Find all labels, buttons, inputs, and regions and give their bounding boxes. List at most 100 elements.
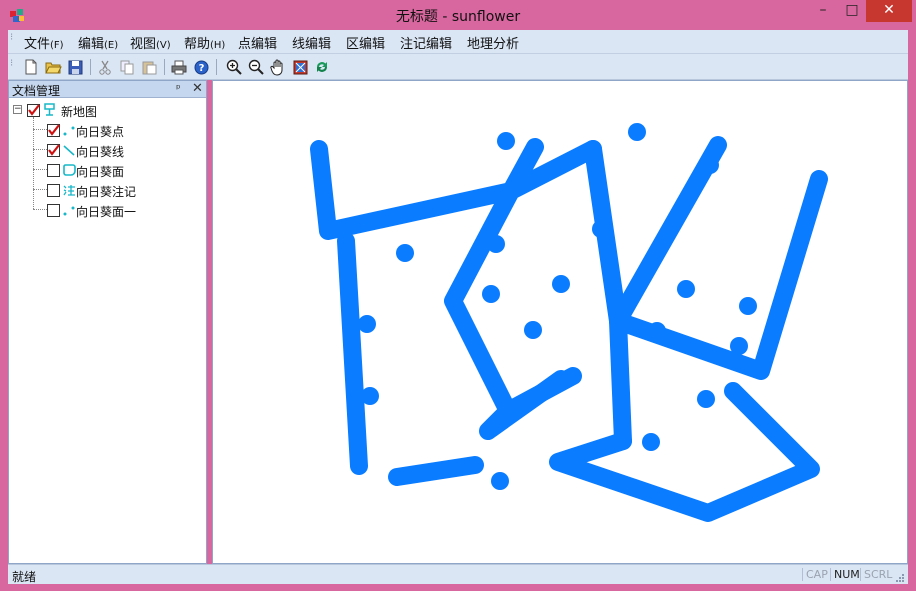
open-folder-icon[interactable] <box>44 58 62 76</box>
menu-edit-label: 编辑 <box>78 37 105 52</box>
polygon-layer-icon <box>63 164 76 176</box>
print-icon[interactable] <box>170 58 188 76</box>
map-point-feature <box>482 285 500 303</box>
status-text: 就绪 <box>12 570 37 584</box>
layer-checkbox[interactable] <box>47 144 60 157</box>
svg-text:?: ? <box>198 63 204 74</box>
layer-checkbox[interactable] <box>47 124 60 137</box>
menu-help[interactable]: 帮助(H) <box>184 33 225 52</box>
panel-close-icon[interactable]: ✕ <box>192 81 203 96</box>
menu-file-key: (F) <box>50 40 64 51</box>
maximize-button[interactable]: □ <box>838 0 866 22</box>
tree-line <box>33 129 47 130</box>
close-button[interactable]: ✕ <box>866 0 912 22</box>
menu-geo-analysis[interactable]: 地理分析 <box>467 33 519 52</box>
layer-item-point[interactable]: 向日葵点 <box>47 121 202 139</box>
layer-label: 向日葵注记 <box>76 185 137 199</box>
map-point-feature <box>497 132 515 150</box>
paste-icon[interactable] <box>140 58 158 76</box>
minimize-button[interactable]: – <box>808 0 838 22</box>
checkmark-icon <box>48 124 60 136</box>
tree-root-new-map[interactable]: − 新地图 <box>13 101 203 119</box>
resize-grip-icon[interactable] <box>894 572 905 583</box>
layer-label: 向日葵面一 <box>76 205 137 219</box>
menu-help-label: 帮助 <box>184 37 211 52</box>
status-bar: 就绪 CAP NUM SCRL <box>8 564 908 584</box>
layer-label: 向日葵点 <box>76 125 125 139</box>
menu-annotation-edit[interactable]: 注记编辑 <box>400 33 452 52</box>
toolbar-separator <box>90 59 91 75</box>
menu-edit-key: (E) <box>104 40 119 51</box>
toolbar-grip[interactable]: ⁝ <box>10 59 13 69</box>
map-point-feature <box>361 387 379 405</box>
pan-hand-icon[interactable] <box>269 58 287 76</box>
map-point-feature <box>697 390 715 408</box>
layer-label: 向日葵线 <box>76 145 125 159</box>
panel-title: 文档管理 <box>12 84 61 98</box>
zoom-in-icon[interactable] <box>225 58 243 76</box>
map-point-feature <box>730 337 748 355</box>
full-extent-icon[interactable] <box>291 58 309 76</box>
menu-file[interactable]: 文件(F) <box>24 33 64 52</box>
map-point-feature <box>592 220 610 238</box>
tree-line <box>33 169 47 170</box>
menu-bar: ⁝ 文件(F) 编辑(E) 视图(V) 帮助(H) 点编辑 线编辑 区编辑 注记… <box>8 30 908 54</box>
map-point-feature <box>396 244 414 262</box>
window-title: 无标题 - sunflower <box>395 9 521 25</box>
copy-icon[interactable] <box>118 58 136 76</box>
menu-view[interactable]: 视图(V) <box>130 33 171 52</box>
annotation-layer-icon <box>63 185 75 196</box>
toolbar-separator <box>164 59 165 75</box>
zoom-out-icon[interactable] <box>247 58 265 76</box>
new-file-icon[interactable] <box>22 58 40 76</box>
map-line-feature <box>609 312 632 450</box>
menu-view-label: 视图 <box>130 37 157 52</box>
checkmark-icon <box>28 104 40 116</box>
scroll-lock-indicator: SCRL <box>860 568 892 581</box>
map-point-feature <box>358 315 376 333</box>
map-point-feature <box>524 321 542 339</box>
toolbar-separator <box>216 59 217 75</box>
save-icon[interactable] <box>66 58 84 76</box>
checkmark-icon <box>48 144 60 156</box>
cut-icon[interactable] <box>96 58 114 76</box>
root-label: 新地图 <box>61 105 98 119</box>
menu-view-key: (V) <box>156 40 171 51</box>
map-point-feature <box>487 235 505 253</box>
tree-line <box>33 117 34 209</box>
map-point-feature <box>552 275 570 293</box>
layer-item-annotation[interactable]: 向日葵注记 <box>47 181 202 199</box>
map-point-feature <box>642 433 660 451</box>
layer-label: 向日葵面 <box>76 165 125 179</box>
layer-item-polygon-one[interactable]: 向日葵面一 <box>47 201 202 219</box>
map-point-feature <box>739 297 757 315</box>
menu-point-edit[interactable]: 点编辑 <box>238 33 277 52</box>
layer-item-polygon[interactable]: 向日葵面 <box>47 161 202 179</box>
map-point-feature <box>491 472 509 490</box>
collapse-icon[interactable]: − <box>13 105 22 114</box>
root-checkbox[interactable] <box>27 104 40 117</box>
menu-edit[interactable]: 编辑(E) <box>78 33 118 52</box>
title-bar: 无标题 - sunflower – □ ✕ <box>0 0 916 30</box>
document-manager-panel: 文档管理 ᵖ ✕ − 新地图 向日葵点 向日葵线 向日葵面 向日葵注记 向日葵面… <box>8 80 207 564</box>
map-line-feature <box>337 232 368 475</box>
menubar-grip[interactable]: ⁝ <box>10 33 13 43</box>
map-point-feature <box>648 322 666 340</box>
layer-item-line[interactable]: 向日葵线 <box>47 141 202 159</box>
point-layer-icon <box>63 126 75 136</box>
menu-region-edit[interactable]: 区编辑 <box>346 33 385 52</box>
panel-header: 文档管理 ᵖ ✕ <box>9 81 206 98</box>
menu-help-key: (H) <box>210 40 226 51</box>
refresh-icon[interactable] <box>313 58 331 76</box>
map-line-feature <box>388 456 484 486</box>
pin-icon[interactable]: ᵖ <box>176 82 181 95</box>
help-icon[interactable]: ? <box>192 58 210 76</box>
map-canvas[interactable] <box>212 80 908 564</box>
layer-checkbox[interactable] <box>47 204 60 217</box>
layer-checkbox[interactable] <box>47 164 60 177</box>
layer-checkbox[interactable] <box>47 184 60 197</box>
toolbar: ⁝ ? <box>8 54 908 80</box>
map-features <box>310 123 828 522</box>
map-line-feature <box>549 382 820 522</box>
menu-line-edit[interactable]: 线编辑 <box>292 33 331 52</box>
